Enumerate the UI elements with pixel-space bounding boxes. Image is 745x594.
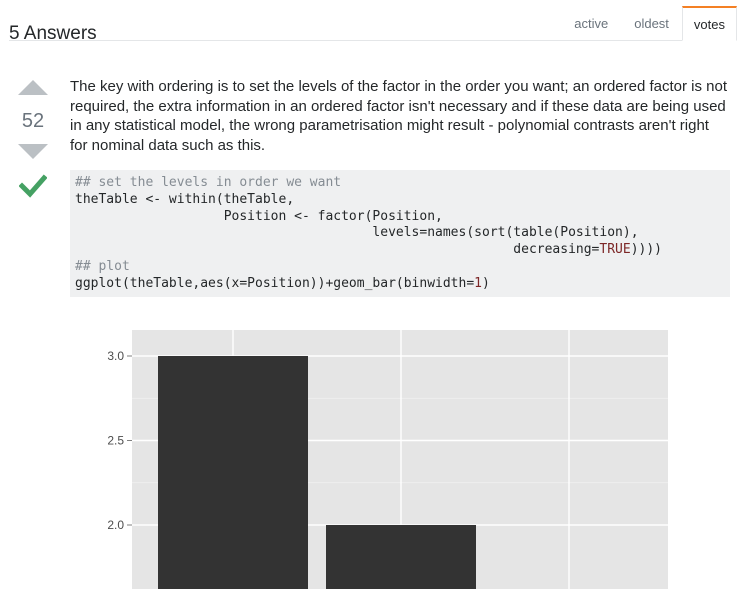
y-tick-label: 3.0 [107, 349, 124, 363]
code-token: theTable <- within(theTable, [75, 191, 295, 207]
bar-2 [326, 525, 476, 594]
tab-active[interactable]: active [561, 6, 621, 41]
answer-body: The key with ordering is to set the leve… [70, 77, 730, 155]
code-line: ## plot [75, 259, 725, 276]
code-token: ) [482, 275, 490, 291]
tab-votes[interactable]: votes [681, 6, 737, 41]
code-token: levels=names(sort(table(Position), [75, 225, 639, 241]
up-arrow-icon[interactable] [18, 80, 48, 95]
vote-count: 52 [21, 110, 45, 132]
answer-paragraph: The key with ordering is to set the leve… [70, 78, 728, 154]
code-token: ggplot(theTable,aes(x=Position))+geom_ba… [75, 275, 475, 291]
vote-cell: 52 [14, 80, 52, 198]
code-token: TRUE [599, 242, 631, 258]
code-token: decreasing= [75, 242, 600, 258]
code-line: levels=names(sort(table(Position), [75, 225, 725, 242]
code-line: Position <- factor(Position, [75, 209, 725, 226]
code-token: )))) [630, 242, 663, 258]
chart-svg: 2.0 2.5 3.0 [107, 330, 668, 594]
code-token: Position <- factor(Position, [75, 208, 443, 224]
bar-1 [158, 356, 308, 594]
y-tick-label: 2.0 [107, 518, 124, 532]
code-line: ggplot(theTable,aes(x=Position))+geom_ba… [75, 276, 725, 293]
code-token: ## set the levels in order we want [75, 175, 342, 190]
code-line: theTable <- within(theTable, [75, 192, 725, 209]
code-token: ## plot [75, 258, 130, 274]
code-line: decreasing=TRUE)))) [75, 242, 725, 259]
answers-header: 5 Answers active oldest votes [9, 0, 737, 44]
code-line: ## set the levels in order we want [75, 175, 725, 192]
bar-chart: 2.0 2.5 3.0 [70, 315, 690, 594]
tab-oldest[interactable]: oldest [621, 6, 682, 41]
answers-count-title: 5 Answers [9, 22, 97, 44]
code-block: ## set the levels in order we want theTab… [70, 170, 730, 297]
checkmark-icon [19, 174, 47, 198]
sort-tabs: active oldest votes [561, 6, 737, 41]
down-arrow-icon[interactable] [18, 144, 48, 159]
y-tick-label: 2.5 [107, 434, 124, 448]
code-token: 1 [474, 275, 482, 291]
